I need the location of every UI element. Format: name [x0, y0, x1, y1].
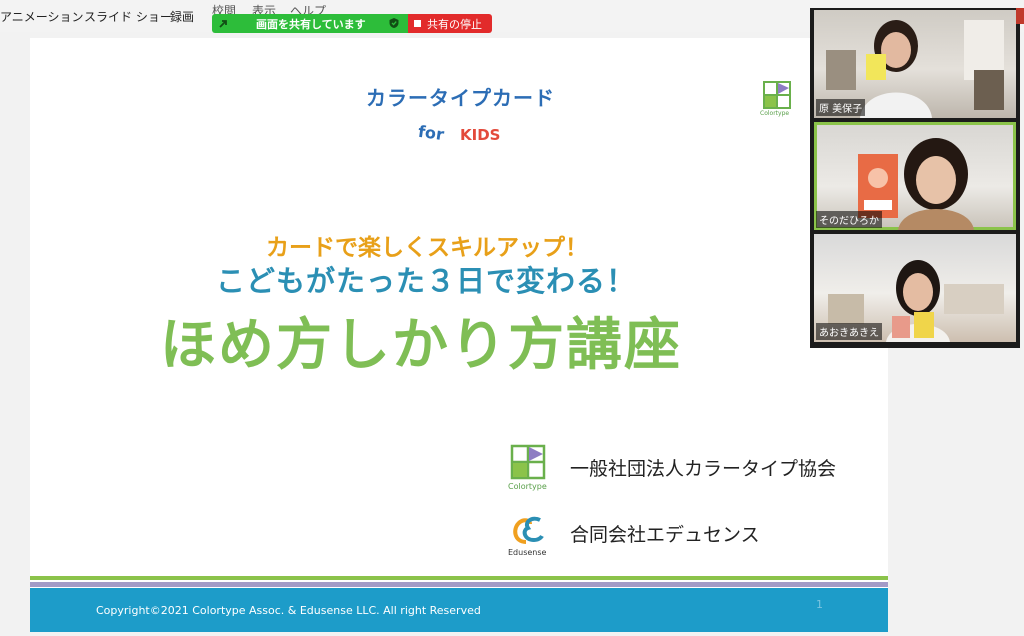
for-kids-logo: for KIDS — [418, 122, 500, 144]
share-status-text: 画面を共有しています — [256, 18, 366, 31]
stop-share-button[interactable]: 共有の停止 — [408, 14, 492, 33]
participant-name-2: そのだひろか — [816, 211, 882, 228]
slide-subtitle-2: こどもがたった３日で変わる！ — [216, 264, 637, 298]
stop-share-label: 共有の停止 — [427, 18, 482, 31]
menu-record[interactable]: 録画 — [170, 8, 194, 25]
logo-kids-text: KIDS — [460, 126, 500, 144]
edusense-logo: Edusense — [508, 512, 550, 558]
slide-subtitle-1: カードで楽しくスキルアップ！ — [266, 235, 588, 261]
colortype-logo-small: Colortype — [760, 80, 792, 117]
edusense-logo-label: Edusense — [508, 548, 547, 557]
footer-copyright: Copyright©2021 Colortype Assoc. & Edusen… — [96, 604, 481, 617]
slide-footer: Copyright©2021 Colortype Assoc. & Edusen… — [30, 588, 888, 632]
menu-animation[interactable]: アニメーション — [0, 8, 84, 25]
colortype-logo-icon — [510, 444, 546, 480]
video-tile-3[interactable]: あおきあきえ — [814, 234, 1016, 342]
colortype-logo-label: Colortype — [508, 482, 547, 491]
screen-share-banner: 画面を共有しています — [212, 14, 408, 33]
video-tile-1[interactable]: 原 美保子 — [814, 10, 1016, 118]
stop-square-icon — [414, 20, 421, 27]
recording-indicator — [1016, 8, 1024, 24]
participant-name-3: あおきあきえ — [816, 323, 882, 340]
slide-page-number: 1 — [816, 598, 823, 611]
shield-icon — [389, 18, 399, 28]
colortype-small-label: Colortype — [760, 110, 790, 117]
share-arrow-icon — [219, 20, 227, 28]
video-tile-2-active-speaker[interactable]: そのだひろか — [814, 122, 1016, 230]
org2-name: 合同会社エデュセンス — [570, 524, 760, 546]
participant-name-1: 原 美保子 — [816, 99, 866, 116]
footer-stripe-purple — [30, 582, 888, 587]
org1-name: 一般社団法人カラータイプ協会 — [570, 458, 837, 480]
logo-for-text: for — [418, 122, 445, 144]
edusense-logo-icon — [513, 516, 544, 544]
colortype-logo: Colortype — [508, 444, 548, 491]
menu-slideshow[interactable]: スライド ショー — [84, 8, 172, 25]
slide-main-title: ほめ方しかり方講座 — [160, 313, 682, 378]
footer-stripe-green — [30, 576, 888, 580]
video-gallery-panel: 原 美保子 そのだひろか あおきあきえ — [810, 8, 1020, 348]
colortype-mark-icon — [763, 81, 791, 109]
presentation-slide: カラータイプカード for KIDS Colortype カードで楽しくスキルア… — [30, 38, 888, 632]
colortype-card-logo-title: カラータイプカード — [366, 86, 555, 110]
